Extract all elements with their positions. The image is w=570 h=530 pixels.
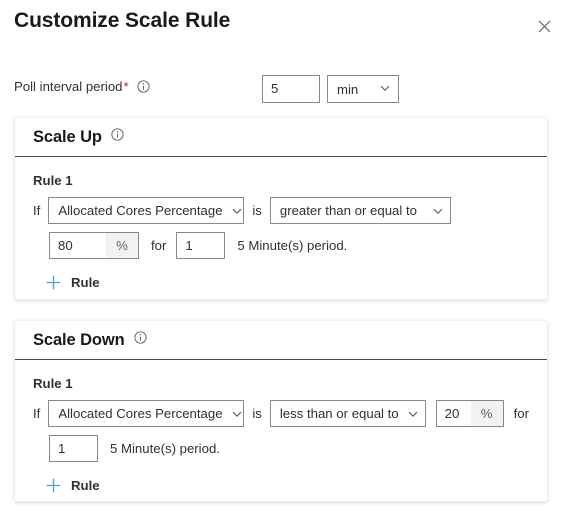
scale-up-threshold-input-group[interactable]: 80 %	[49, 232, 139, 259]
poll-interval-unit-select[interactable]: min	[327, 75, 399, 103]
scale-down-metric-select[interactable]: Allocated Cores Percentage	[48, 400, 245, 427]
scale-down-heading: Scale Down	[33, 330, 125, 349]
scale-up-condition-row-2: 80 % for 1 5 Minute(s) period.	[33, 232, 529, 259]
poll-interval-label-text: Poll interval period	[14, 79, 123, 94]
scale-up-heading: Scale Up	[33, 127, 102, 146]
close-button[interactable]	[528, 10, 560, 42]
for-label: for	[151, 238, 167, 253]
scale-up-duration-input[interactable]: 1	[176, 232, 226, 259]
required-asterisk: *	[123, 79, 129, 94]
scale-down-card: Scale Down Rule 1 If Allocated Cores Per…	[14, 320, 548, 502]
scale-down-threshold-input-group[interactable]: 20 %	[435, 400, 504, 427]
if-label: If	[33, 203, 41, 218]
customize-scale-rule-dialog: Customize Scale Rule Poll interval perio…	[0, 0, 570, 530]
scale-up-card: Scale Up Rule 1 If Allocated Cores Perce…	[14, 117, 548, 300]
poll-interval-row: Poll interval period* 5 min	[14, 75, 556, 103]
is-label: is	[252, 406, 262, 421]
scale-up-operator-select[interactable]: greater than or equal to	[269, 197, 451, 224]
poll-interval-input[interactable]: 5	[262, 75, 320, 103]
is-label: is	[252, 203, 262, 218]
chevron-down-icon	[231, 408, 243, 420]
percent-suffix: %	[106, 233, 138, 258]
scale-down-operator-select[interactable]: less than or equal to	[269, 400, 426, 427]
scale-down-condition-row-1: If Allocated Cores Percentage is less th…	[33, 400, 529, 427]
scale-down-rule-label: Rule 1	[33, 376, 73, 391]
scale-down-body: Rule 1 If Allocated Cores Percentage is	[15, 376, 547, 499]
scale-down-period-text: 5 Minute(s) period.	[110, 441, 220, 456]
scale-up-condition-row-1: If Allocated Cores Percentage is greater…	[33, 197, 529, 224]
scale-down-threshold-value[interactable]: 20	[437, 401, 471, 426]
scale-up-body: Rule 1 If Allocated Cores Percentage is	[15, 173, 547, 296]
chevron-down-icon	[379, 82, 391, 97]
plus-icon	[45, 477, 62, 494]
close-icon	[538, 20, 551, 33]
scale-down-operator-value: less than or equal to	[279, 406, 399, 421]
scale-up-operator-value: greater than or equal to	[279, 203, 417, 218]
scale-up-threshold-value[interactable]: 80	[50, 233, 106, 258]
scale-down-condition-row-2: 1 5 Minute(s) period.	[33, 435, 529, 462]
info-icon[interactable]	[137, 80, 150, 96]
scale-up-add-rule-label: Rule	[71, 275, 100, 290]
scale-up-header: Scale Up	[15, 118, 547, 157]
chevron-down-icon	[432, 205, 444, 217]
plus-icon	[45, 274, 62, 291]
scale-up-metric-select[interactable]: Allocated Cores Percentage	[48, 197, 245, 224]
info-icon[interactable]	[111, 128, 124, 146]
if-label: If	[33, 406, 41, 421]
chevron-down-icon	[407, 408, 419, 420]
scale-up-rule-label: Rule 1	[33, 173, 73, 188]
scale-down-add-rule-label: Rule	[71, 478, 100, 493]
page-title: Customize Scale Rule	[14, 9, 231, 32]
scale-up-add-rule-button[interactable]: Rule	[41, 272, 104, 293]
scale-up-metric-value: Allocated Cores Percentage	[58, 203, 223, 218]
for-label: for	[513, 406, 529, 421]
scale-up-period-text: 5 Minute(s) period.	[237, 238, 348, 253]
scale-down-duration-input[interactable]: 1	[49, 435, 98, 462]
percent-suffix: %	[470, 401, 503, 426]
poll-interval-unit-value: min	[337, 81, 359, 97]
scale-down-metric-value: Allocated Cores Percentage	[58, 406, 223, 421]
chevron-down-icon	[231, 205, 243, 217]
scale-down-header: Scale Down	[15, 321, 547, 360]
info-icon[interactable]	[133, 331, 147, 349]
scale-down-add-rule-button[interactable]: Rule	[41, 475, 104, 496]
poll-interval-label: Poll interval period*	[14, 79, 150, 96]
